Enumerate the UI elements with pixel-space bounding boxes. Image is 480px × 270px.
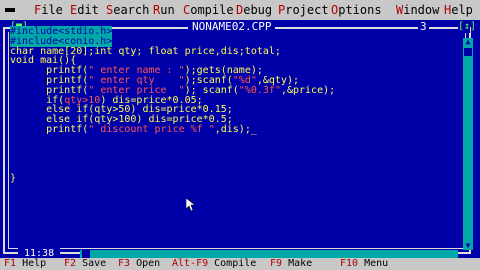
- code-line[interactable]: char name[20];int qty; float price,dis;t…: [10, 46, 460, 57]
- status-make[interactable]: F9 Make: [270, 258, 312, 270]
- scroll-thumb[interactable]: [464, 48, 472, 56]
- code-token: printf(: [10, 123, 89, 135]
- code-token: }: [10, 172, 17, 184]
- menu-run[interactable]: Run: [153, 0, 175, 20]
- menu-edit[interactable]: Edit: [70, 0, 99, 20]
- code-line[interactable]: [10, 145, 460, 155]
- scroll-up-icon[interactable]: ▲: [463, 38, 473, 46]
- horizontal-scrollbar[interactable]: [80, 250, 458, 258]
- code-token: "%0.3f": [238, 84, 281, 96]
- code-token: ,dis);: [214, 123, 251, 135]
- code-token: " discount price %f ": [88, 123, 215, 135]
- code-line[interactable]: }: [10, 172, 460, 184]
- code-line[interactable]: [10, 135, 460, 145]
- status-menu[interactable]: F10 Menu: [340, 258, 388, 270]
- text-cursor: _: [250, 123, 257, 135]
- code-line[interactable]: [10, 154, 460, 164]
- mouse-pointer-icon: [186, 198, 196, 212]
- menu-window[interactable]: Window: [396, 0, 439, 20]
- menu-debug[interactable]: Debug: [236, 0, 272, 20]
- system-menu-icon[interactable]: [2, 0, 16, 20]
- menu-bar: File Edit Search Run Compile Debug Proje…: [0, 0, 480, 20]
- hscroll-thumb[interactable]: [82, 250, 90, 258]
- menu-help[interactable]: Help: [444, 0, 473, 20]
- scroll-down-icon[interactable]: ▼: [463, 242, 473, 250]
- code-editor[interactable]: #include<stdio.h> #include<conio.h> char n…: [10, 26, 460, 184]
- menu-project[interactable]: Project: [278, 0, 329, 20]
- status-save[interactable]: F2 Save: [64, 258, 106, 270]
- status-bar: F1 Help F2 Save F3 Open Alt-F9 Compile F…: [0, 258, 480, 270]
- menu-file[interactable]: File: [34, 0, 63, 20]
- menu-options[interactable]: Options: [331, 0, 382, 20]
- menu-search[interactable]: Search: [106, 0, 149, 20]
- status-compile[interactable]: Alt-F9 Compile: [172, 258, 256, 270]
- status-help[interactable]: F1 Help: [4, 258, 46, 270]
- status-open[interactable]: F3 Open: [118, 258, 160, 270]
- code-token: ,&price);: [280, 84, 336, 96]
- menu-compile[interactable]: Compile: [183, 0, 234, 20]
- vertical-scrollbar[interactable]: ▲ ▼: [463, 38, 473, 250]
- code-line[interactable]: printf(" discount price %f ",dis);_: [10, 123, 460, 135]
- code-line[interactable]: [10, 164, 460, 174]
